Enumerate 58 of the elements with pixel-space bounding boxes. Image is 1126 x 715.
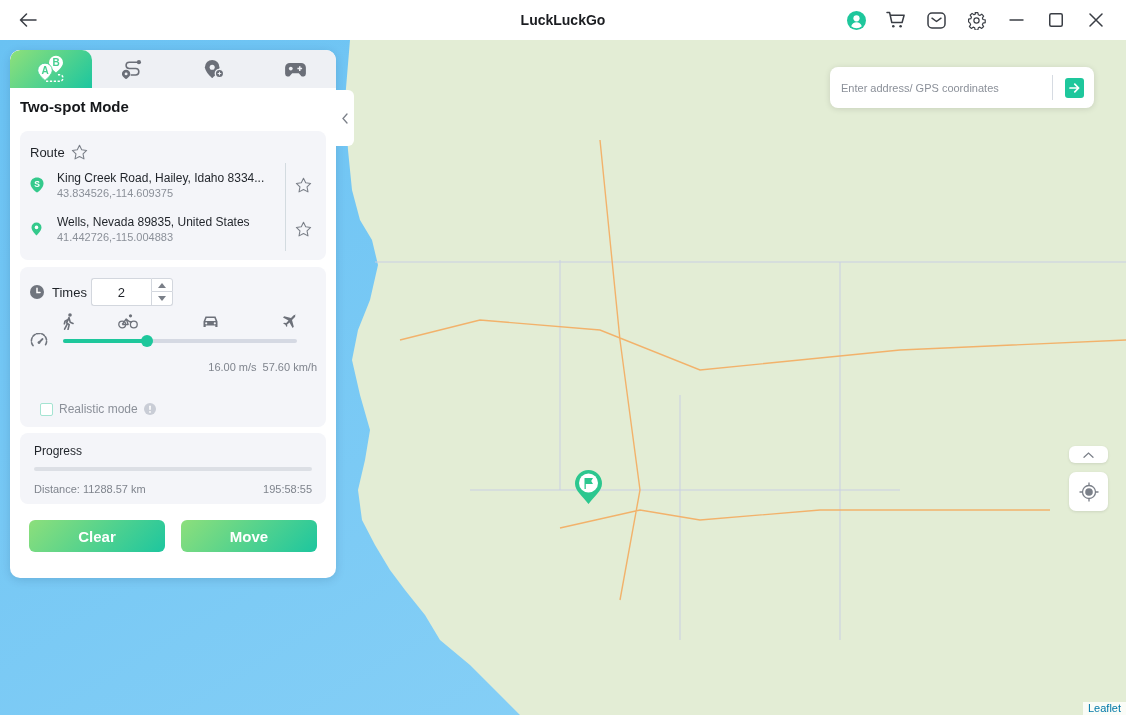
settings-icon xyxy=(966,10,986,30)
star-icon[interactable] xyxy=(70,143,88,161)
cart-icon xyxy=(886,11,906,29)
speed-reading: 57.60 km/h xyxy=(262,360,317,374)
realistic-mode-label: Realistic mode xyxy=(59,402,138,416)
star-icon[interactable] xyxy=(294,220,312,238)
location-pin-icon xyxy=(31,222,42,236)
maximize-icon xyxy=(1049,13,1063,27)
speed-slider[interactable] xyxy=(63,335,297,347)
mode-title: Two-spot Mode xyxy=(20,98,130,116)
increment-button[interactable] xyxy=(150,278,173,292)
chevron-left-icon xyxy=(342,112,348,124)
caret-down-icon xyxy=(157,296,166,301)
address-text: King Creek Road, Hailey, Idaho 8334... xyxy=(57,170,265,186)
expand-button[interactable] xyxy=(1069,446,1108,463)
clear-button[interactable]: Clear xyxy=(29,520,165,552)
mode-tab[interactable]: B A xyxy=(10,50,92,88)
gamepad-icon xyxy=(283,60,307,78)
back-arrow-icon xyxy=(19,13,37,27)
address-text: Wells, Nevada 89835, United States xyxy=(57,214,250,230)
minimize-icon xyxy=(1008,19,1024,21)
route-icon xyxy=(121,59,144,79)
realistic-mode-checkbox[interactable] xyxy=(40,402,53,416)
car-icon[interactable] xyxy=(202,314,219,329)
airplane-icon[interactable] xyxy=(282,314,297,329)
caret-up-icon xyxy=(157,282,166,288)
avatar-icon xyxy=(846,10,866,30)
move-button[interactable]: Move xyxy=(181,520,317,552)
crosshair-icon xyxy=(1078,481,1099,502)
locate-button[interactable] xyxy=(1069,472,1108,511)
clock-icon xyxy=(30,285,44,299)
bicycle-icon[interactable] xyxy=(118,314,138,329)
star-icon[interactable] xyxy=(294,176,312,194)
coordinates-text: 43.834526,-114.609375 xyxy=(57,185,174,200)
start-pin-icon: S xyxy=(30,177,44,193)
decrement-button[interactable] xyxy=(150,292,173,306)
speed-reading: 16.00 m/s xyxy=(208,360,257,374)
speedometer-icon xyxy=(30,333,48,347)
search-bar[interactable]: Enter address/ GPS coordinates xyxy=(830,67,1094,108)
go-button[interactable] xyxy=(1065,77,1084,98)
window-title: LuckLuckGo xyxy=(520,12,606,28)
duration-text: 195:58:55 xyxy=(263,482,312,496)
route-label: Route xyxy=(30,144,65,160)
progress-label: Progress xyxy=(34,444,84,458)
search-field[interactable]: Enter address/ GPS coordinates xyxy=(841,76,1048,99)
flag-pin-icon[interactable] xyxy=(574,469,603,505)
times-label: Times xyxy=(52,284,87,300)
walking-person-icon[interactable] xyxy=(63,313,75,330)
leaflet-link[interactable]: Leaflet xyxy=(1082,702,1126,715)
mail-icon xyxy=(926,11,946,29)
chevron-up-icon xyxy=(1083,451,1094,458)
times-input[interactable]: 2 xyxy=(90,278,151,306)
slider-thumb[interactable] xyxy=(141,335,154,347)
arrow-right-icon xyxy=(1069,82,1080,93)
coordinates-text: 41.442726,-115.004883 xyxy=(57,229,174,244)
distance-text: Distance: 11288.57 km xyxy=(34,482,146,496)
pin-with-disc-icon xyxy=(202,59,225,79)
close-icon xyxy=(1089,13,1103,27)
